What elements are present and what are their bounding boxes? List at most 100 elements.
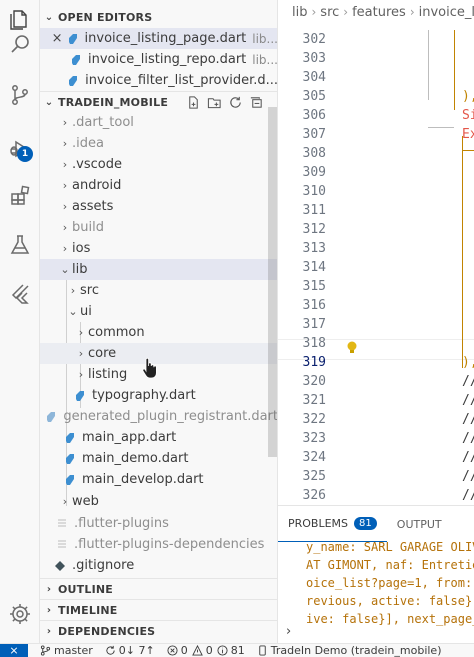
tree-file-generated-plugin-registrant[interactable]: generated_plugin_registrant.dart [40, 406, 277, 427]
tab-problems[interactable]: PROBLEMS 81 [278, 506, 387, 542]
tree-label: main_develop.dart [82, 472, 204, 487]
tree-file-typography[interactable]: typography.dart [40, 385, 277, 406]
flask-icon[interactable] [0, 225, 40, 265]
search-icon[interactable] [0, 24, 40, 64]
breadcrumb-item[interactable]: src [320, 5, 339, 20]
tab-output[interactable]: OUTPUT [387, 506, 452, 542]
problems-status[interactable]: 0 0 81 [167, 644, 245, 657]
tree-folder-assets[interactable]: › assets [40, 196, 277, 217]
debug-badge: 1 [17, 146, 33, 162]
source-control-icon[interactable] [0, 75, 40, 115]
device-icon [259, 645, 266, 656]
bracket-guide [462, 136, 463, 368]
tree-folder-dart-tool[interactable]: › .dart_tool [40, 112, 277, 133]
info-count: 81 [230, 644, 245, 657]
line-number: 305 [302, 89, 326, 104]
tree-label: typography.dart [92, 388, 196, 403]
open-editor-item[interactable]: × invoice_listing_page.dart lib... [40, 28, 277, 49]
new-file-icon[interactable] [186, 95, 201, 110]
tree-label: lib [72, 262, 88, 277]
chevron-right-icon: › [62, 179, 68, 192]
tree-folder-web[interactable]: › web [40, 491, 277, 512]
open-editor-item[interactable]: invoice_listing_repo.dart lib... [40, 49, 278, 70]
line-number: 322 [302, 412, 326, 427]
open-editor-item[interactable]: invoice_filter_list_provider.d... [40, 70, 278, 91]
tree-file-main-demo[interactable]: main_demo.dart [40, 448, 277, 469]
tree-folder-ios[interactable]: › ios [40, 238, 277, 259]
timeline-title: TIMELINE [58, 604, 118, 617]
sidebar-scrollbar[interactable] [268, 107, 277, 457]
new-folder-icon[interactable] [207, 95, 222, 110]
bottom-panel: PROBLEMS 81 OUTPUT y_name: SARL GARAGE O… [278, 505, 474, 643]
activity-bar: 1 [0, 0, 40, 643]
dependencies-header[interactable]: › DEPENDENCIES [40, 620, 277, 642]
chevron-right-icon: › [78, 347, 84, 360]
code-token: Si [462, 108, 474, 123]
lightbulb-icon[interactable] [346, 341, 358, 355]
close-icon[interactable]: × [52, 31, 63, 46]
output-line: oice_list?page=1, from: 1 [306, 576, 474, 590]
tree-folder-src[interactable]: › src [40, 280, 277, 301]
open-editor-desc: lib... [252, 52, 278, 67]
flutter-icon[interactable] [0, 274, 40, 314]
tree-label: .flutter-plugins [74, 516, 169, 531]
tree-folder-build[interactable]: › build [40, 217, 277, 238]
tree-folder-vscode[interactable]: › .vscode [40, 154, 277, 175]
gear-icon[interactable] [0, 594, 40, 634]
line-number: 316 [302, 298, 326, 313]
tree-label: build [72, 220, 104, 235]
open-editors-header[interactable]: ⌄ OPEN EDITORS [40, 6, 277, 28]
device-status[interactable]: TradeIn Demo (tradein_mobile) [257, 644, 442, 657]
tree-folder-android[interactable]: › android [40, 175, 277, 196]
file-icon [54, 516, 70, 532]
tree-folder-common[interactable]: › common [40, 322, 277, 343]
dart-file-icon [43, 409, 59, 425]
tree-folder-lib[interactable]: ⌄ lib [40, 259, 277, 280]
tree-file-main-app[interactable]: main_app.dart [40, 427, 277, 448]
refresh-icon[interactable] [228, 95, 243, 110]
open-editor-label: invoice_listing_page.dart [84, 31, 247, 46]
output-line: AT GIMONT, naf: Entretien [306, 558, 474, 572]
extensions-icon[interactable] [0, 176, 40, 216]
dart-file-icon [62, 451, 78, 467]
remote-icon[interactable]: ⨯ [0, 644, 28, 657]
tree-file-flutter-plugins-deps[interactable]: .flutter-plugins-dependencies [40, 534, 277, 555]
open-editors-title: OPEN EDITORS [58, 10, 153, 24]
problems-count-badge: 81 [354, 517, 377, 530]
code-token: ), [462, 355, 474, 370]
tree-file-flutter-plugins[interactable]: .flutter-plugins [40, 513, 277, 534]
breadcrumb-item[interactable]: features [352, 5, 406, 20]
code-comment: // [462, 374, 474, 389]
line-number: 318 [302, 336, 326, 351]
tree-label: main_demo.dart [82, 451, 189, 466]
tree-label: .gitignore [72, 558, 135, 573]
tree-folder-idea[interactable]: › .idea [40, 133, 277, 154]
timeline-header[interactable]: › TIMELINE [40, 599, 277, 621]
collapse-all-icon[interactable] [249, 95, 264, 110]
tree-file-main-develop[interactable]: main_develop.dart [40, 469, 277, 490]
branch-icon [40, 645, 51, 656]
chevron-right-icon: › [78, 326, 84, 339]
warning-count: 0 [205, 644, 213, 657]
chevron-right-icon: › [62, 200, 68, 213]
breadcrumb-item[interactable]: lib [292, 5, 307, 20]
line-number: 323 [302, 431, 326, 446]
chevron-down-icon: ⌄ [44, 97, 54, 108]
tree-label: .flutter-plugins-dependencies [74, 537, 265, 552]
error-count: 0 [180, 644, 188, 657]
breadcrumb-item[interactable]: invoice_lis [419, 5, 474, 20]
line-number: 317 [302, 317, 326, 332]
line-number: 312 [302, 222, 326, 237]
open-editor-label: invoice_filter_list_provider.d... [85, 73, 278, 88]
tree-label: ios [72, 241, 91, 256]
workspace-title: TRADEIN_MOBILE [58, 96, 169, 109]
chevron-right-icon[interactable]: › [286, 624, 291, 639]
branch-status[interactable]: master [40, 644, 93, 657]
tree-file-gitignore[interactable]: .gitignore [40, 555, 277, 576]
outline-header[interactable]: › OUTLINE [40, 578, 277, 600]
line-number: 326 [302, 488, 326, 503]
code-comment: // [462, 469, 474, 484]
tree-folder-ui[interactable]: ⌄ ui [40, 301, 277, 322]
sync-status[interactable]: 0↓ 7↑ [105, 644, 155, 657]
chevron-down-icon: ⌄ [60, 263, 70, 276]
